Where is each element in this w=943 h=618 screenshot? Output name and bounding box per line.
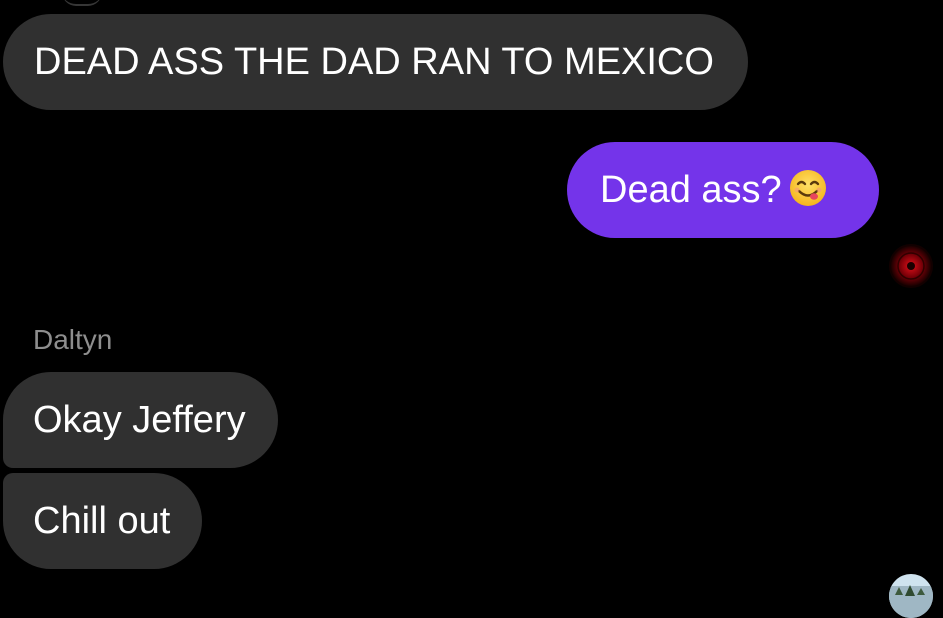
message-text: Chill out — [33, 500, 171, 542]
incoming-message-bubble[interactable]: Chill out — [3, 473, 203, 569]
message-text: DEAD ASS THE DAD RAN TO MEXICO — [34, 41, 714, 83]
outgoing-message-bubble[interactable]: Dead ass? — [567, 142, 879, 238]
incoming-message-bubble[interactable]: DEAD ASS THE DAD RAN TO MEXICO — [3, 14, 748, 110]
sender-name: Daltyn — [33, 324, 113, 355]
read-receipt-avatar[interactable] — [889, 244, 933, 288]
landscape-avatar-icon — [889, 574, 933, 618]
message-text: Dead ass? — [600, 169, 782, 211]
contact-avatar[interactable] — [889, 574, 933, 618]
red-eye-avatar-icon — [889, 244, 933, 288]
message-text: Okay Jeffery — [33, 399, 246, 441]
smiling-face-savoring-food-icon — [788, 168, 828, 208]
previous-content-edge — [62, 0, 102, 6]
incoming-message-bubble[interactable]: Okay Jeffery — [3, 372, 278, 468]
